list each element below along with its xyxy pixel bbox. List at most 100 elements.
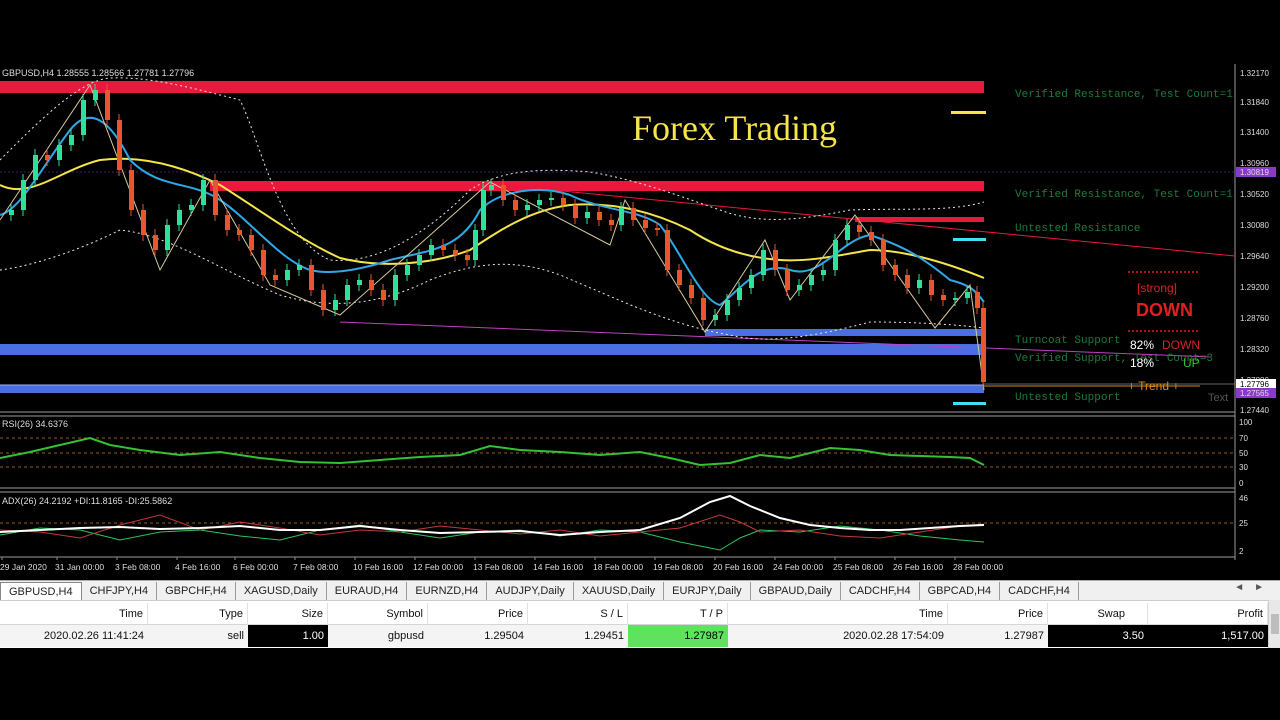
candle-bearish bbox=[981, 308, 986, 382]
tab-xauusd-daily[interactable]: XAUUSD,Daily bbox=[574, 582, 665, 600]
zone-label-sup1: Turncoat Support bbox=[1015, 335, 1121, 347]
rsi-level-0: 0 bbox=[1239, 479, 1244, 488]
col-header-symbol[interactable]: Symbol bbox=[328, 603, 428, 625]
support-zone-verified bbox=[0, 344, 984, 355]
symbol-tab-bar: GBPUSD,H4 CHFJPY,H4 GBPCHF,H4 XAGUSD,Daily E… bbox=[0, 580, 1280, 600]
tab-gbpaud-daily[interactable]: GBPAUD,Daily bbox=[751, 582, 841, 600]
price-label: 1.30080 bbox=[1240, 221, 1269, 230]
signal-direction: DOWN bbox=[1136, 300, 1193, 320]
price-label: 1.29640 bbox=[1240, 252, 1269, 261]
candle-bullish bbox=[845, 225, 850, 240]
rsi-line bbox=[0, 436, 985, 467]
candle-bearish bbox=[141, 210, 146, 235]
candle-bearish bbox=[465, 255, 470, 260]
rsi-panel: RSI(26) 34.6376 bbox=[0, 419, 1235, 468]
col-header-time[interactable]: Time bbox=[0, 603, 148, 625]
adx-level-25: 25 bbox=[1239, 519, 1248, 528]
trend-label: + Trend + bbox=[1128, 379, 1179, 393]
candle-bullish bbox=[429, 245, 434, 255]
up-label: UP bbox=[1183, 356, 1200, 370]
table-header-row: Time Type Size Symbol Price S / L T / P … bbox=[0, 603, 1268, 625]
time-label: 31 Jan 00:00 bbox=[55, 562, 104, 572]
col-header-type[interactable]: Type bbox=[148, 603, 248, 625]
trading-platform: RSI(26) 34.6376 ADX(26) 24.2192 +DI:11.8… bbox=[0, 0, 1280, 720]
price-label: 1.27796 bbox=[1240, 380, 1269, 389]
price-label: 1.31400 bbox=[1240, 128, 1269, 137]
candle-bullish bbox=[489, 185, 494, 190]
time-label: 24 Feb 00:00 bbox=[773, 562, 823, 572]
tab-eurjpy-daily[interactable]: EURJPY,Daily bbox=[664, 582, 751, 600]
tab-scroll-arrows[interactable]: ◄► bbox=[1234, 582, 1274, 593]
tab-audjpy-daily[interactable]: AUDJPY,Daily bbox=[487, 582, 574, 600]
time-label: 29 Jan 2020 bbox=[0, 562, 47, 572]
candle-bullish bbox=[537, 200, 542, 205]
zone-label-res1: Verified Resistance, Test Count=1 bbox=[1015, 89, 1233, 101]
tab-xagusd-daily[interactable]: XAGUSD,Daily bbox=[236, 582, 327, 600]
time-label: 14 Feb 16:00 bbox=[533, 562, 583, 572]
time-axis: 29 Jan 2020 31 Jan 00:00 3 Feb 08:00 4 Feb … bbox=[0, 557, 1003, 572]
price-chart[interactable]: RSI(26) 34.6376 ADX(26) 24.2192 +DI:11.8… bbox=[0, 60, 1280, 580]
tab-gbpchf-h4[interactable]: GBPCHF,H4 bbox=[157, 582, 236, 600]
candle-bearish bbox=[701, 298, 706, 320]
candle-bullish bbox=[33, 155, 38, 180]
candle-bearish bbox=[129, 170, 134, 210]
text-tag: Text bbox=[1208, 392, 1228, 404]
table-scrollbar[interactable] bbox=[1268, 600, 1280, 648]
tab-euraud-h4[interactable]: EURAUD,H4 bbox=[327, 582, 408, 600]
candle-bearish bbox=[237, 230, 242, 235]
col-header-size[interactable]: Size bbox=[248, 603, 328, 625]
tab-eurnzd-h4[interactable]: EURNZD,H4 bbox=[407, 582, 488, 600]
resistance-zone-upper bbox=[0, 81, 984, 93]
tab-gbpusd-h4[interactable]: GBPUSD,H4 bbox=[0, 582, 82, 600]
candle-bearish bbox=[561, 198, 566, 205]
candle-bearish bbox=[513, 200, 518, 210]
candle-bullish bbox=[57, 145, 62, 160]
cell-time: 2020.02.26 11:41:24 bbox=[43, 630, 144, 642]
time-label: 4 Feb 16:00 bbox=[175, 562, 221, 572]
candle-bullish bbox=[619, 208, 624, 225]
cell-sl: 1.29451 bbox=[584, 630, 624, 642]
tab-cadchf-h4[interactable]: CADCHF,H4 bbox=[841, 582, 920, 600]
marker-yellow bbox=[951, 111, 986, 114]
price-label: 1.30960 bbox=[1240, 159, 1269, 168]
candle-bearish bbox=[881, 240, 886, 265]
price-label: 1.31840 bbox=[1240, 98, 1269, 107]
sr-zones bbox=[0, 81, 986, 405]
candle-bearish bbox=[501, 185, 506, 200]
candle-bullish bbox=[821, 270, 826, 275]
cell-swap: 3.50 bbox=[1048, 625, 1148, 647]
col-header-close-time[interactable]: Time bbox=[728, 603, 948, 625]
tab-gbpcad-h4[interactable]: GBPCAD,H4 bbox=[920, 582, 1001, 600]
col-header-tp[interactable]: T / P bbox=[628, 603, 728, 625]
rsi-levels: 100 70 50 30 0 bbox=[1239, 418, 1253, 488]
candle-bearish bbox=[975, 292, 980, 308]
col-header-price[interactable]: Price bbox=[428, 603, 528, 625]
rsi-label: RSI(26) 34.6376 bbox=[2, 419, 68, 429]
cell-symbol: gbpusd bbox=[387, 630, 424, 642]
table-row[interactable]: 2020.02.26 11:41:24 sell 1.00 gbpusd 1.2… bbox=[0, 625, 1268, 647]
col-header-swap[interactable]: Swap bbox=[1048, 603, 1148, 625]
time-label: 28 Feb 00:00 bbox=[953, 562, 1003, 572]
candle-bullish bbox=[481, 190, 486, 230]
candle-bullish bbox=[9, 210, 14, 215]
candle-bullish bbox=[725, 300, 730, 315]
tab-cadchf-h4[interactable]: CADCHF,H4 bbox=[1000, 582, 1079, 600]
zone-label-res2: Verified Resistance, Test Count=1 bbox=[1015, 189, 1233, 201]
candle-bearish bbox=[249, 235, 254, 250]
candle-bullish bbox=[189, 205, 194, 210]
trade-history-table: Time Type Size Symbol Price S / L T / P … bbox=[0, 600, 1280, 648]
scrollbar-thumb[interactable] bbox=[1271, 614, 1279, 634]
candle-bullish bbox=[405, 265, 410, 275]
tab-chfjpy-h4[interactable]: CHFJPY,H4 bbox=[82, 582, 158, 600]
col-header-profit[interactable]: Profit bbox=[1148, 603, 1268, 625]
candle-bearish bbox=[309, 265, 314, 290]
candle-bearish bbox=[689, 285, 694, 298]
candle-bullish bbox=[737, 288, 742, 300]
candle-bullish bbox=[93, 90, 98, 100]
candle-bearish bbox=[45, 155, 50, 160]
col-header-sl[interactable]: S / L bbox=[528, 603, 628, 625]
candle-bearish bbox=[905, 275, 910, 288]
col-header-close-price[interactable]: Price bbox=[948, 603, 1048, 625]
time-label: 19 Feb 08:00 bbox=[653, 562, 703, 572]
down-label: DOWN bbox=[1162, 338, 1200, 352]
